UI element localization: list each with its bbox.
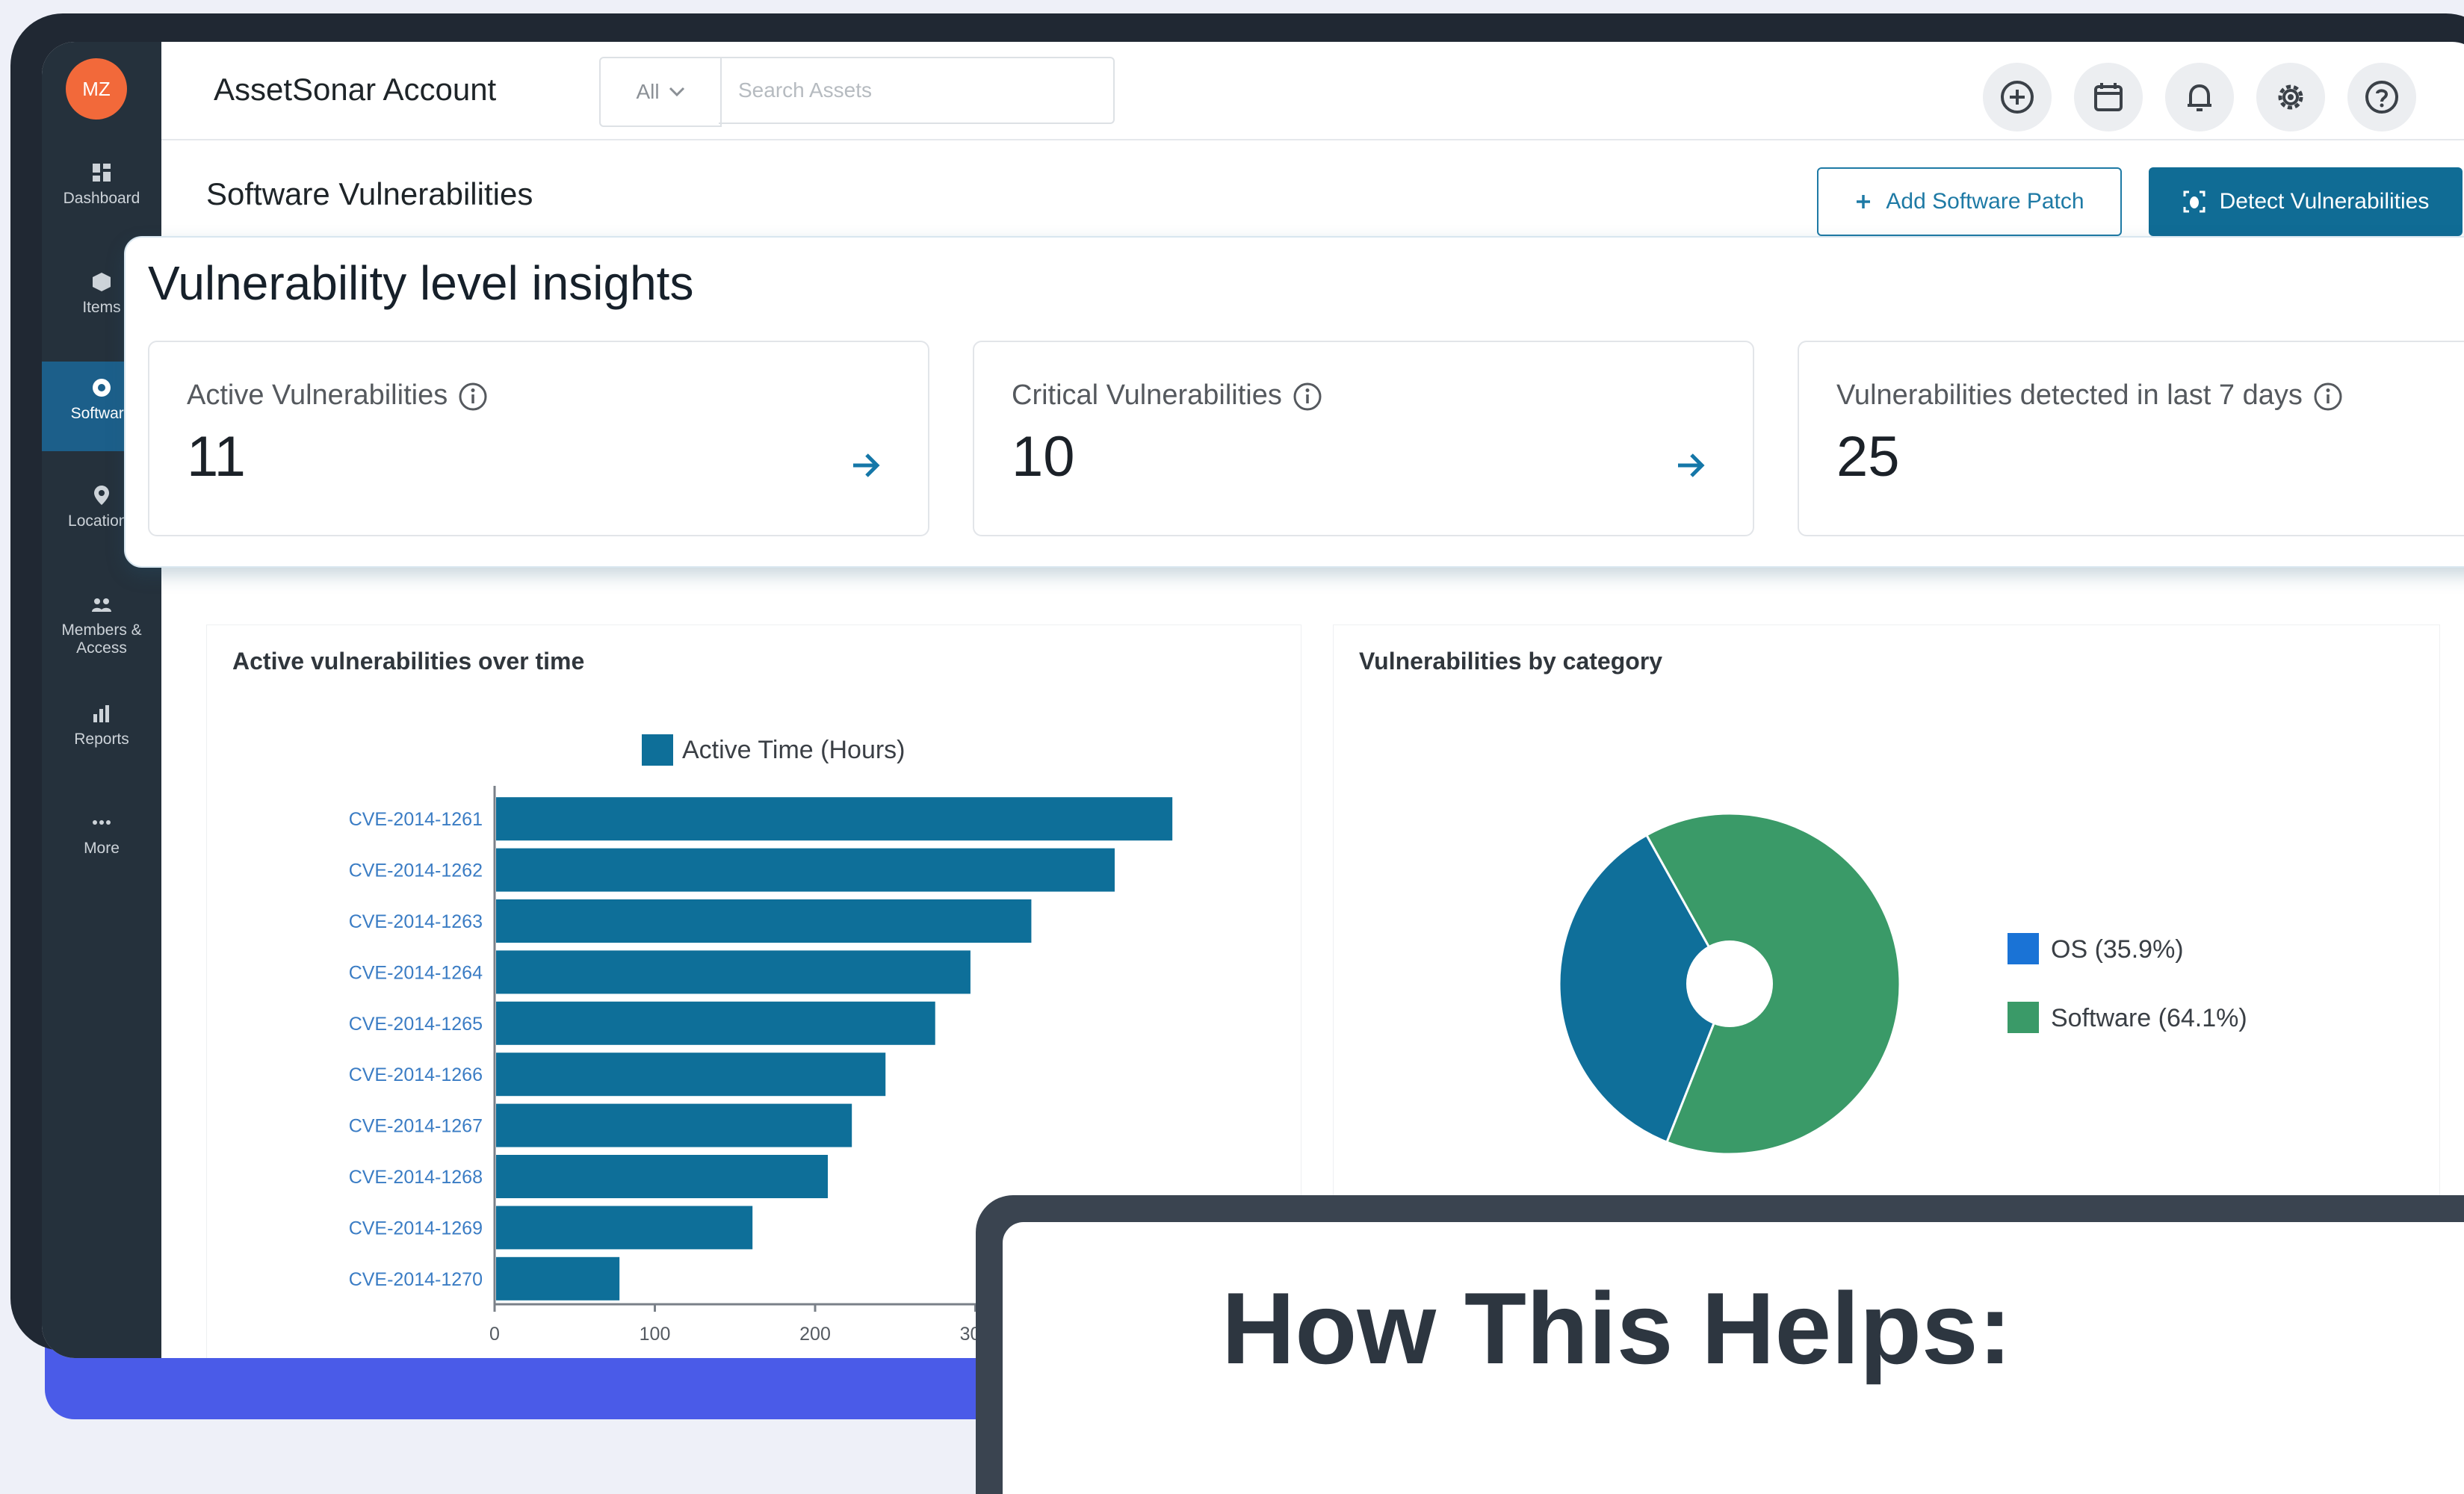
y-tick-label: CVE-2014-1264 (349, 962, 483, 983)
y-tick-label: CVE-2014-1263 (349, 911, 483, 932)
gear-icon (2278, 84, 2303, 110)
sidebar-item-label: More (84, 840, 120, 857)
y-tick-label: CVE-2014-1262 (349, 861, 483, 881)
arrow-right-icon[interactable] (849, 448, 883, 483)
info-icon (2314, 382, 2342, 411)
sidebar-item-label: Members & Access (61, 622, 142, 657)
card-value: 10 (1012, 425, 1075, 489)
y-tick-label: CVE-2014-1261 (349, 809, 483, 830)
add-software-patch-label: Add Software Patch (1886, 189, 2084, 214)
page-title: Software Vulnerabilities (206, 176, 533, 211)
help-button[interactable] (2347, 63, 2416, 131)
location-pin-icon (94, 486, 109, 505)
info-icon (459, 382, 487, 411)
software-icon (93, 379, 111, 397)
more-dots-icon (93, 820, 111, 825)
add-software-patch-button[interactable]: Add Software Patch (1817, 167, 2122, 236)
box-icon (93, 273, 111, 291)
banner-heading: How This Helps: (1222, 1271, 2012, 1385)
plus-icon (1857, 195, 1871, 208)
device-frame: MZ Dashboard Items Software Locations Me… (10, 13, 2464, 1358)
settings-button[interactable] (2256, 63, 2325, 131)
bar (496, 848, 1115, 892)
y-tick-label: CVE-2014-1269 (349, 1218, 483, 1239)
how-this-helps-banner: How This Helps: (976, 1195, 2464, 1494)
sidebar-item-dashboard[interactable]: Dashboard (42, 146, 161, 236)
y-tick-label: CVE-2014-1268 (349, 1167, 483, 1188)
legend-swatch (2008, 933, 2039, 964)
y-tick-label: CVE-2014-1270 (349, 1269, 483, 1290)
sidebar-item-more[interactable]: More (42, 796, 161, 886)
bar (496, 1001, 935, 1045)
legend-label: Active Time (Hours) (682, 736, 906, 764)
bar (496, 797, 1173, 841)
search-scope-value: All (636, 80, 660, 103)
sidebar-item-label: Items (82, 299, 121, 316)
legend-swatch (2008, 1002, 2039, 1033)
y-tick-label: CVE-2014-1267 (349, 1116, 483, 1137)
notifications-button[interactable] (2165, 63, 2234, 131)
sidebar-item-members-access[interactable]: Members & Access (42, 578, 161, 675)
calendar-icon (2094, 83, 2123, 111)
search-input[interactable]: Search Assets (719, 57, 1115, 124)
sidebar-item-label: Software (70, 405, 133, 422)
card-value: 25 (1836, 425, 1900, 489)
dashboard-icon (93, 164, 111, 182)
bar (496, 1256, 620, 1301)
y-tick-label: CVE-2014-1266 (349, 1064, 483, 1085)
arrow-right-icon[interactable] (1674, 448, 1708, 483)
chevron-down-icon (669, 87, 684, 97)
add-circle-icon (2001, 81, 2034, 114)
detect-vulnerabilities-label: Detect Vulnerabilities (2219, 189, 2430, 214)
calendar-button[interactable] (2074, 63, 2143, 131)
bar (496, 950, 971, 994)
avatar[interactable]: MZ (66, 58, 127, 120)
y-tick-label: CVE-2014-1265 (349, 1014, 483, 1035)
bar (496, 1206, 753, 1250)
pie-chart-title: Vulnerabilities by category (1359, 648, 1663, 675)
legend-label: OS (35.9%) (2051, 935, 2184, 964)
info-icon (1293, 382, 1322, 411)
add-circle-button[interactable] (1983, 63, 2052, 131)
bar (496, 899, 1032, 943)
recent-vulnerabilities-card[interactable]: Vulnerabilities detected in last 7 days … (1798, 341, 2464, 536)
page-header: Software Vulnerabilities Add Software Pa… (161, 139, 2464, 244)
critical-vulnerabilities-card[interactable]: Critical Vulnerabilities 10 (973, 341, 1754, 536)
members-icon (92, 598, 111, 612)
x-tick-label: 0 (489, 1324, 500, 1345)
search-scope-select[interactable]: All (599, 57, 722, 127)
x-tick-label: 100 (640, 1324, 671, 1345)
active-vulnerabilities-card[interactable]: Active Vulnerabilities 11 (148, 341, 929, 536)
card-value: 11 (187, 425, 246, 489)
insights-title: Vulnerability level insights (148, 256, 694, 310)
top-bar: AssetSonar Account All Search Assets (161, 42, 2464, 140)
vulnerability-insights-panel: Vulnerability level insights Active Vuln… (124, 236, 2464, 568)
reports-icon (93, 705, 109, 722)
bar (496, 1053, 886, 1097)
card-label: Active Vulnerabilities (187, 379, 448, 411)
sidebar-item-reports[interactable]: Reports (42, 687, 161, 777)
sidebar-item-label: Reports (74, 731, 129, 748)
detect-vulnerabilities-button[interactable]: Detect Vulnerabilities (2149, 167, 2463, 236)
card-label: Critical Vulnerabilities (1012, 379, 1282, 411)
bar-chart-title: Active vulnerabilities over time (232, 648, 585, 675)
bell-icon (2188, 84, 2211, 111)
x-tick-label: 200 (799, 1324, 831, 1345)
legend-label: Software (64.1%) (2051, 1004, 2247, 1032)
sidebar-item-label: Dashboard (63, 190, 140, 207)
bar (496, 1103, 852, 1147)
card-label: Vulnerabilities detected in last 7 days (1836, 379, 2303, 411)
donut-hole (1686, 940, 1773, 1027)
account-name: AssetSonar Account (214, 72, 497, 107)
help-icon (2365, 81, 2398, 114)
bar (496, 1155, 829, 1198)
legend-swatch (642, 734, 673, 766)
scan-bug-icon (2183, 190, 2205, 213)
